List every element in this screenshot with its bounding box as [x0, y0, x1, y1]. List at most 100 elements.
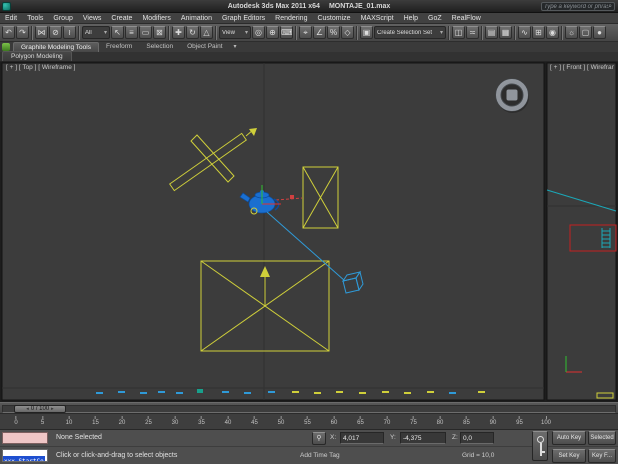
lock-selection-icon[interactable]: ⚲ — [312, 432, 326, 445]
time-slider-button[interactable]: ◂ 0 / 100 ▸ — [14, 405, 66, 413]
undo-icon[interactable]: ↶ — [2, 26, 15, 39]
slider-next-icon[interactable]: ▸ — [51, 406, 54, 412]
listener-selected-text: xxx StartCo — [3, 456, 45, 461]
ruler-tick-75: 75 — [410, 416, 417, 426]
link-marker — [290, 195, 294, 199]
x-coordinate-field[interactable] — [340, 432, 384, 444]
toolbar-separator — [481, 25, 483, 40]
select-by-name-icon[interactable]: ≡ — [125, 26, 138, 39]
keyboard-override-icon[interactable]: ⌨ — [280, 26, 293, 39]
render-setup-icon[interactable]: ☼ — [565, 26, 578, 39]
spinner-snap-icon[interactable]: ◇ — [341, 26, 354, 39]
window-crossing-icon[interactable]: ⊠ — [153, 26, 166, 39]
chevron-down-icon[interactable]: ▾ — [104, 29, 107, 36]
auto-key-button[interactable]: Auto Key — [552, 431, 586, 445]
redo-icon[interactable]: ↷ — [16, 26, 29, 39]
select-and-manipulate-icon[interactable]: ⊕ — [266, 26, 279, 39]
viewport-canvas — [0, 62, 618, 402]
menu-customize[interactable]: Customize — [312, 13, 355, 24]
y-coordinate-field[interactable] — [400, 432, 446, 444]
key-filters-button[interactable]: Key F... — [588, 449, 616, 463]
snaps-toggle-icon[interactable]: ⌖ — [299, 26, 312, 39]
chevron-down-icon[interactable]: ▾ — [440, 29, 443, 36]
select-and-rotate-icon[interactable]: ↻ — [186, 26, 199, 39]
ruler-tick-90: 90 — [490, 416, 496, 426]
ruler-tick-80: 80 — [437, 416, 443, 426]
ribbon-tab-selection[interactable]: Selection — [139, 42, 180, 52]
search-input[interactable] — [544, 3, 609, 10]
rendered-frame-icon[interactable]: ▢ — [579, 26, 592, 39]
ribbon-tab-object-paint[interactable]: Object Paint — [180, 42, 229, 52]
graphite-ribbon-toggle-icon[interactable]: ▦ — [499, 26, 512, 39]
menu-views[interactable]: Views — [78, 13, 107, 24]
chevron-down-icon[interactable]: ▾ — [245, 29, 248, 36]
menu-modifiers[interactable]: Modifiers — [137, 13, 175, 24]
time-slider-track[interactable] — [2, 405, 616, 413]
time-slider-row: ◂ 0 / 100 ▸ — [0, 402, 618, 413]
ruler-tick-30: 30 — [172, 416, 178, 426]
menu-goz[interactable]: GoZ — [423, 13, 447, 24]
slider-prev-icon[interactable]: ◂ — [26, 406, 29, 412]
search-icon[interactable]: ⌕ — [608, 3, 612, 10]
selection-filter-dropdown[interactable]: All ▾ — [82, 26, 110, 39]
z-coordinate-field[interactable] — [460, 432, 494, 444]
use-pivot-center-icon[interactable]: ◎ — [252, 26, 265, 39]
file-name: MONTAJE_01.max — [328, 3, 391, 10]
menu-maxscript[interactable]: MAXScript — [356, 13, 399, 24]
add-time-tag[interactable]: Add Time Tag — [300, 452, 340, 459]
menu-edit[interactable]: Edit — [0, 13, 22, 24]
ribbon-logo-icon[interactable] — [2, 43, 10, 51]
selection-filter-dropdown-value: All — [85, 29, 92, 36]
angle-snap-icon[interactable]: ∠ — [313, 26, 326, 39]
menu-graph-editors[interactable]: Graph Editors — [217, 13, 270, 24]
material-editor-icon[interactable]: ◉ — [546, 26, 559, 39]
schematic-view-icon[interactable]: ⊞ — [532, 26, 545, 39]
ruler-tick-15: 15 — [92, 416, 99, 426]
macro-recorder-box[interactable] — [2, 432, 48, 444]
ruler-tick-35: 35 — [198, 416, 205, 426]
align-icon[interactable]: ≍ — [466, 26, 479, 39]
ribbon-tab-freeform[interactable]: Freeform — [99, 42, 139, 52]
edit-named-selections-icon[interactable]: ▣ — [360, 26, 373, 39]
render-production-icon[interactable]: ● — [593, 26, 606, 39]
ruler-tick-100: 100 — [541, 416, 551, 426]
bind-to-spacewarp-icon[interactable]: ≀ — [63, 26, 76, 39]
set-key-button[interactable]: Set Key — [552, 449, 586, 463]
menu-rendering[interactable]: Rendering — [270, 13, 312, 24]
unlink-selection-icon[interactable]: ⊘ — [49, 26, 62, 39]
infocenter-search[interactable]: ⌕ — [541, 2, 615, 11]
select-and-move-icon[interactable]: ✚ — [172, 26, 185, 39]
select-object-icon[interactable]: ↖ — [111, 26, 124, 39]
ribbon-subtab-polygon-modeling[interactable]: Polygon Modeling — [2, 51, 72, 61]
curve-editor-icon[interactable]: ∿ — [518, 26, 531, 39]
viewport-top[interactable] — [1, 62, 545, 401]
track-bar[interactable]: 0 5 10 15 20 25 30 35 40 45 50 55 60 65 70 75 80 85 90 95 10… — [0, 413, 618, 429]
y-label: Y: — [390, 434, 396, 441]
ruler-tick-40: 40 — [225, 416, 231, 426]
select-and-link-icon[interactable]: ⋈ — [35, 26, 48, 39]
z-label: Z: — [452, 434, 458, 441]
ruler-ticks[interactable]: 0 5 10 15 20 25 30 35 40 45 50 55 60 65 70 75 80 85 90 95 10… — [14, 414, 551, 430]
menu-animation[interactable]: Animation — [176, 13, 217, 24]
ruler-tick-60: 60 — [331, 416, 337, 426]
menu-help[interactable]: Help — [399, 13, 423, 24]
menu-tools[interactable]: Tools — [22, 13, 48, 24]
mirror-icon[interactable]: ◫ — [452, 26, 465, 39]
maxscript-mini-listener[interactable]: xxx StartCo — [2, 449, 48, 462]
layer-manager-icon[interactable]: ▤ — [485, 26, 498, 39]
percent-snap-icon[interactable]: % — [327, 26, 340, 39]
selection-region-icon[interactable]: ▭ — [139, 26, 152, 39]
selected-set-dropdown[interactable]: Selected — [588, 431, 616, 445]
reference-coordinate-dropdown[interactable]: View ▾ — [219, 26, 251, 39]
menu-group[interactable]: Group — [48, 13, 77, 24]
prompt-line: Click or click-and-drag to select object… — [56, 452, 178, 459]
menu-realflow[interactable]: RealFlow — [447, 13, 486, 24]
named-selection-dropdown[interactable]: Create Selection Set ▾ — [374, 26, 446, 39]
viewport-top-label[interactable]: [ + ] [ Top ] [ Wireframe ] — [6, 64, 75, 71]
viewport-front-label[interactable]: [ + ] [ Front ] [ Wireframe ] — [550, 64, 614, 71]
ribbon-expand-icon[interactable]: ▾ — [230, 42, 241, 52]
select-and-scale-icon[interactable]: △ — [200, 26, 213, 39]
menu-create[interactable]: Create — [106, 13, 137, 24]
ruler-tick-55: 55 — [304, 416, 311, 426]
set-keys-toggle-button[interactable] — [532, 431, 548, 461]
